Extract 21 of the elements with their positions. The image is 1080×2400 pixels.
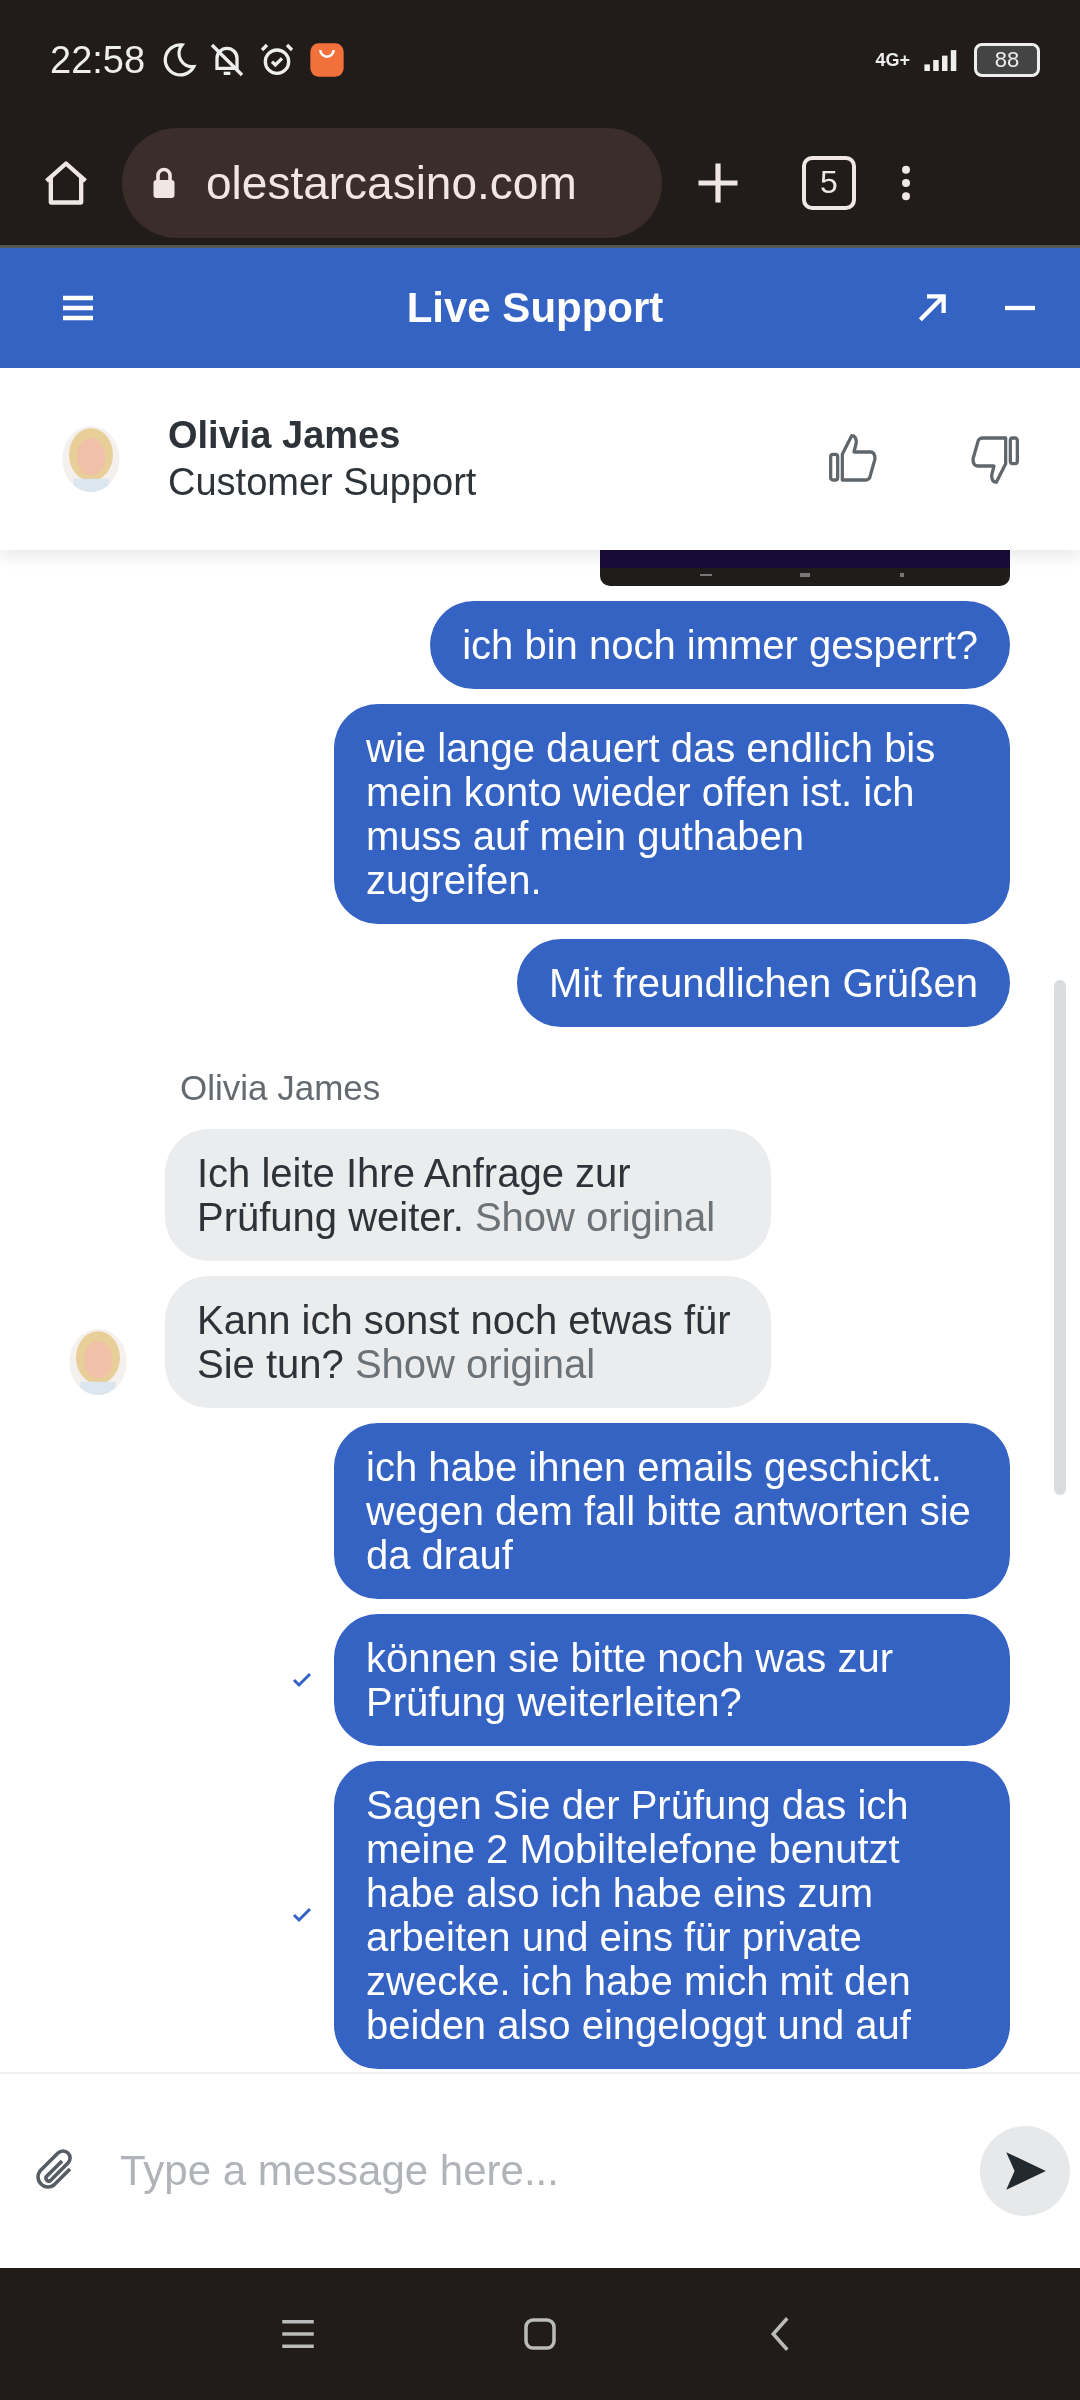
clock-time: 22:58 [50,38,146,82]
sent-message: ich bin noch immer gesperrt? [430,601,1010,689]
sent-message: Mit freundlichen Grüßen [516,939,1010,1027]
show-original-link[interactable]: Show original [354,1342,596,1386]
sender-name: Olivia James [180,1068,382,1108]
address-bar[interactable]: olestarcasino.com [122,127,662,238]
sent-message: wie lange dauert das endlich bis mein konto wieder offen ist. ich muss auf mein guthaben zugreifen. [334,704,1010,924]
sent-message: Sagen Sie der Prüfung das ich meine 2 Mobiltelefone benutzt habe also ich habe eins zum arbeiten und eins für private zwecke. ich habe mich mit den beiden also eingeloggt und auf [334,1761,1010,2069]
tab-switcher[interactable]: 5 [802,155,856,210]
battery-indicator: 88 [974,43,1040,77]
scrollbar[interactable] [1054,980,1066,1495]
network-type: 4G+ [875,49,910,71]
agent-name: Olivia James [168,414,402,457]
agent-role: Customer Support [168,461,478,504]
received-message: Ich leite Ihre Anfrage zur Prüfung weiter. Show original [165,1129,771,1261]
received-message: Kann ich sonst noch etwas für Sie tun? Show original [165,1276,771,1408]
sent-message: können sie bitte noch was zur Prüfung weiterleiten? [334,1614,1010,1746]
show-original-link[interactable]: Show original [474,1195,716,1239]
chat-title: Live Support [405,284,665,332]
message-input[interactable]: Type a message here... [118,2146,940,2196]
sent-message: ich habe ihnen emails geschickt. wegen dem fall bitte antworten sie da drauf [334,1423,1010,1599]
